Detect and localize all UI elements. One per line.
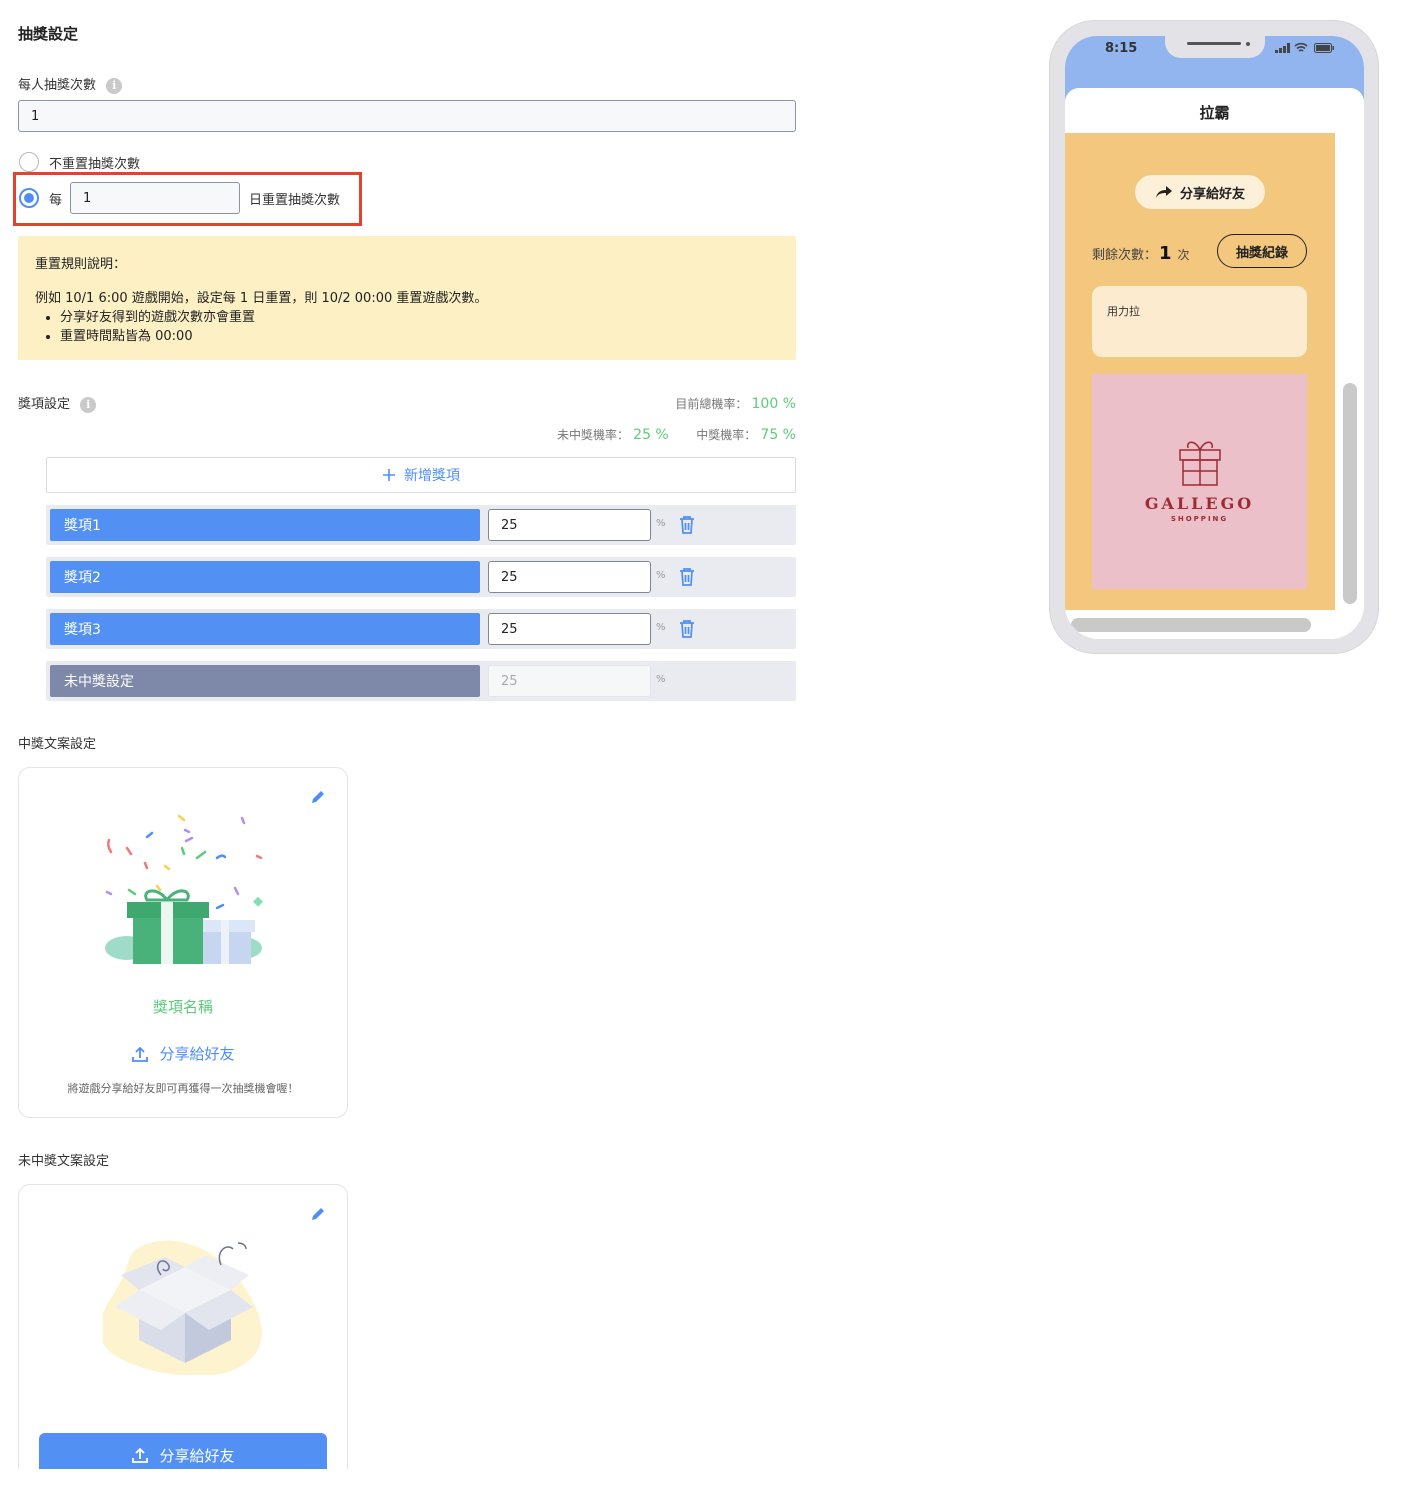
remaining-unit: 次	[1177, 248, 1190, 262]
total-rate-value: 100 %	[751, 396, 796, 412]
info-icon[interactable]: i	[106, 77, 123, 94]
pull-card[interactable]: 用力拉	[1092, 286, 1307, 357]
phone-time: 8:15	[1105, 41, 1138, 56]
lose-rate-label: 未中獎機率：	[557, 428, 630, 442]
draw-count-label-text: 每人抽獎次數	[18, 78, 97, 93]
pct-sign: %	[656, 570, 666, 581]
lose-copy-section-label: 未中獎文案設定	[18, 1154, 110, 1169]
prize-section-label-text: 獎項設定	[18, 397, 71, 412]
battery-icon	[1314, 43, 1334, 53]
upload-icon	[132, 1447, 149, 1463]
info-icon[interactable]: i	[80, 396, 97, 413]
prize-pct-input[interactable]: 25	[488, 561, 651, 593]
signal-icon	[1275, 43, 1290, 53]
remaining-label: 剩餘次數：	[1092, 248, 1158, 263]
trash-icon[interactable]	[678, 515, 696, 535]
prize-row: 獎項1 25 %	[46, 505, 796, 545]
win-rate-value: 75 %	[760, 427, 796, 443]
brand-sub: SHOPPING	[1170, 515, 1229, 523]
notch-speaker	[1187, 42, 1241, 45]
win-copy-card: 獎項名稱 分享給好友 將遊戲分享給好友即可再獲得一次抽獎機會喔！	[18, 767, 348, 1118]
game-header: 拉霸	[1065, 88, 1364, 134]
lose-share-label: 分享給好友	[159, 1446, 235, 1465]
pct-sign: %	[656, 674, 666, 685]
every-suffix-label: 日重置抽獎次數	[249, 193, 341, 208]
total-rate-label: 目前總機率：	[675, 397, 748, 411]
plus-icon	[383, 469, 395, 481]
note-bullet: 分享好友得到的遊戲次數亦會重置	[60, 308, 255, 327]
pull-label: 用力拉	[1107, 305, 1140, 318]
remaining-value: 1	[1159, 243, 1172, 264]
add-prize-button[interactable]: 新增獎項	[46, 457, 796, 493]
phone-share-button[interactable]: 分享給好友	[1135, 175, 1265, 209]
prize-row: 獎項3 25 %	[46, 609, 796, 649]
win-rate: 中獎機率： 75 %	[696, 426, 796, 443]
lose-rate: 未中獎機率： 25 %	[557, 426, 669, 443]
prize-section-label: 獎項設定 i	[18, 393, 97, 413]
phone-share-label: 分享給好友	[1179, 186, 1245, 202]
win-share-hint: 將遊戲分享給好友即可再獲得一次抽獎機會喔！	[67, 1082, 299, 1095]
lose-prize-row: 未中獎設定 25 %	[46, 661, 796, 701]
lose-prize-pct: 25	[488, 665, 651, 697]
reset-rule-note: 重置規則說明： 例如 10/1 6:00 遊戲開始，設定每 1 日重置，則 10…	[18, 236, 796, 360]
vertical-scrollbar[interactable]	[1343, 383, 1357, 604]
radio-no-reset[interactable]	[19, 152, 39, 172]
page-title: 抽獎設定	[18, 25, 79, 43]
prize-name[interactable]: 獎項2	[50, 561, 480, 593]
radio-every-days[interactable]	[19, 188, 39, 208]
trash-icon[interactable]	[678, 567, 696, 587]
page-cutoff	[0, 1469, 360, 1490]
edit-icon[interactable]	[309, 788, 327, 806]
draw-count-input[interactable]: 1	[18, 100, 796, 132]
gift-icon	[1179, 441, 1221, 486]
pct-sign: %	[656, 518, 666, 529]
phone-screen: 8:15 拉霸 分享給好友 剩餘次數： 1 次 抽獎紀錄 用力拉 GALLEGO…	[1065, 36, 1364, 639]
win-share-button[interactable]: 分享給好友	[19, 1043, 347, 1064]
game-area: 分享給好友 剩餘次數： 1 次 抽獎紀錄 用力拉 GALLEGO SHOPPIN…	[1065, 133, 1335, 610]
game-title: 拉霸	[1199, 104, 1230, 122]
lose-copy-card: 分享給好友	[18, 1184, 348, 1490]
lose-prize-name[interactable]: 未中獎設定	[50, 665, 480, 697]
win-rate-label: 中獎機率：	[696, 428, 757, 442]
every-prefix-label: 每	[49, 193, 63, 208]
prize-name[interactable]: 獎項1	[50, 509, 480, 541]
pct-sign: %	[656, 622, 666, 633]
add-prize-label: 新增獎項	[404, 468, 460, 484]
note-bullet: 重置時間點皆為 00:00	[60, 327, 255, 346]
gift-celebration-illustration	[105, 814, 263, 964]
empty-box-illustration	[103, 1240, 262, 1375]
note-example: 例如 10/1 6:00 遊戲開始，設定每 1 日重置，則 10/2 00:00…	[35, 291, 488, 306]
win-share-label: 分享給好友	[159, 1045, 235, 1063]
upload-icon	[132, 1046, 149, 1062]
note-title: 重置規則說明：	[35, 257, 127, 272]
trash-icon[interactable]	[678, 619, 696, 639]
notch-camera	[1246, 42, 1250, 46]
brand-tile: GALLEGO SHOPPING	[1092, 374, 1307, 589]
edit-icon[interactable]	[309, 1205, 327, 1223]
lose-rate-value: 25 %	[633, 427, 669, 443]
prize-pct-input[interactable]: 25	[488, 613, 651, 645]
prize-name[interactable]: 獎項3	[50, 613, 480, 645]
radio-no-reset-label: 不重置抽獎次數	[49, 157, 141, 172]
remaining-count: 剩餘次數： 1 次	[1092, 243, 1190, 264]
win-prize-name: 獎項名稱	[152, 998, 213, 1016]
brand-name: GALLEGO	[1144, 494, 1255, 513]
reset-days-input[interactable]: 1	[70, 182, 240, 214]
total-rate: 目前總機率： 100 %	[675, 395, 796, 412]
wifi-icon	[1294, 42, 1308, 52]
note-bullets: 分享好友得到的遊戲次數亦會重置 重置時間點皆為 00:00	[60, 308, 255, 346]
history-button[interactable]: 抽獎紀錄	[1217, 234, 1307, 268]
prize-pct-input[interactable]: 25	[488, 509, 651, 541]
phone-notch	[1165, 36, 1265, 58]
draw-count-label: 每人抽獎次數 i	[18, 74, 123, 94]
horizontal-scrollbar[interactable]	[1071, 618, 1311, 632]
win-copy-section-label: 中獎文案設定	[18, 737, 97, 752]
share-arrow-icon	[1155, 186, 1172, 198]
phone-preview: 8:15 拉霸 分享給好友 剩餘次數： 1 次 抽獎紀錄 用力拉 GALLEGO…	[1049, 20, 1379, 654]
prize-row: 獎項2 25 %	[46, 557, 796, 597]
